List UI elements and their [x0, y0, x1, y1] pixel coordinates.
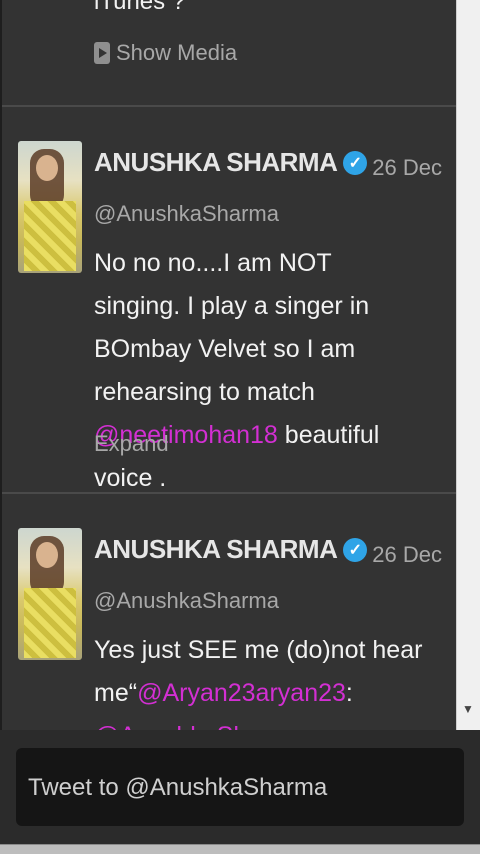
tweet-text: No no no....I am NOT singing. I play a s… — [94, 249, 380, 492]
author-name[interactable]: ANUSHKA SHARMA — [94, 147, 338, 178]
verified-check-icon: ✓ — [343, 150, 368, 175]
tweet-item[interactable]: ANUSHKA SHARMA ✓ 26 Dec @AnushkaSharma N… — [2, 107, 456, 492]
show-media-link[interactable]: Show Media — [94, 40, 237, 66]
tweet-input-placeholder: Tweet to @AnushkaSharma — [28, 774, 328, 801]
scroll-down-arrow-icon[interactable]: ▼ — [457, 702, 479, 716]
author-name[interactable]: ANUSHKA SHARMA — [94, 534, 338, 565]
tweet-author[interactable]: ANUSHKA SHARMA ✓ — [94, 534, 368, 565]
tweet-item[interactable]: ANUSHKA SHARMA ✓ 26 Dec @AnushkaSharma Y… — [2, 494, 456, 730]
previous-tweet-text: iTunes ? — [94, 0, 186, 15]
author-handle[interactable]: @AnushkaSharma — [94, 201, 279, 227]
play-media-icon — [94, 42, 110, 64]
mention-link[interactable]: @Aryan23aryan23 — [137, 679, 346, 707]
tweet-composer-area: Tweet to @AnushkaSharma — [0, 730, 480, 854]
tweet-date[interactable]: 26 Dec — [372, 155, 442, 181]
tweet-text: Yes just SEE me (do)not hear me“@Aryan23… — [94, 629, 424, 730]
avatar[interactable] — [18, 141, 82, 273]
expand-link[interactable]: Expand — [94, 431, 169, 457]
tweet-timeline: iTunes ? Show Media ANUSHKA SHARMA ✓ 26 … — [2, 0, 456, 730]
window-bottom-border — [0, 844, 480, 854]
tweet-author[interactable]: ANUSHKA SHARMA ✓ — [94, 147, 368, 178]
author-handle[interactable]: @AnushkaSharma — [94, 588, 279, 614]
show-media-label: Show Media — [116, 40, 238, 65]
verified-check-icon: ✓ — [343, 537, 368, 562]
mention-link[interactable]: @AnushkaSharma @neetimohan18 — [94, 722, 304, 730]
scrollbar[interactable]: ▼ — [456, 0, 480, 730]
tweet-input[interactable]: Tweet to @AnushkaSharma — [16, 748, 464, 826]
tweet-date[interactable]: 26 Dec — [372, 542, 442, 568]
avatar[interactable] — [18, 528, 82, 660]
